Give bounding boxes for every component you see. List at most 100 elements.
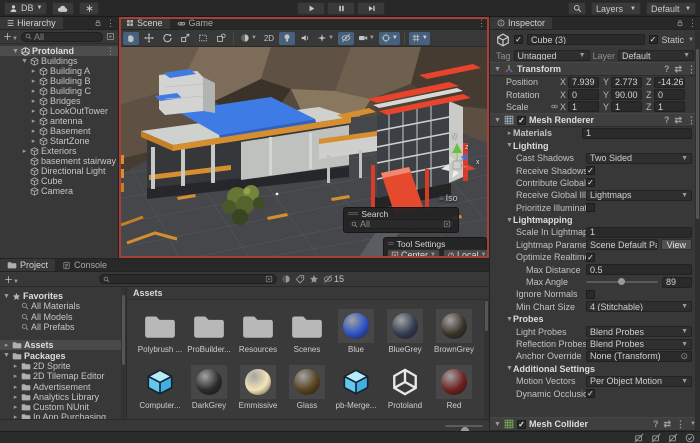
grid-settings-dropdown[interactable]: ▼ xyxy=(409,32,430,45)
foldout-icon[interactable]: ▸ xyxy=(12,403,19,411)
foldout-icon[interactable]: ▸ xyxy=(12,383,19,391)
search-by-label-icon[interactable] xyxy=(295,274,305,284)
foldout-icon[interactable]: ▼ xyxy=(21,58,28,65)
pause-button[interactable] xyxy=(327,2,355,15)
tree-2d-tilemap[interactable]: ▸2D Tilemap Editor xyxy=(0,371,126,381)
camera-settings-dropdown[interactable]: ▼ xyxy=(356,32,377,45)
ignore-normals-checkbox[interactable] xyxy=(586,290,595,299)
occlusion-baking-off-icon[interactable] xyxy=(651,433,661,443)
presets-icon[interactable]: ⇄ xyxy=(664,419,672,430)
scrollbar-thumb[interactable] xyxy=(696,49,699,219)
tree-assets[interactable]: ▸Assets xyxy=(0,340,126,350)
foldout-icon[interactable]: ▸ xyxy=(506,129,513,137)
tree-item-buildings[interactable]: ▼Buildings xyxy=(0,56,118,66)
step-button[interactable] xyxy=(357,2,385,15)
gizmos-dropdown[interactable]: ▼ xyxy=(379,32,400,45)
transform-tool-button[interactable] xyxy=(213,32,229,45)
layout-dropdown[interactable]: Default ▼ xyxy=(646,2,696,15)
rotation-z-field[interactable]: 0 xyxy=(654,89,685,100)
visibility-toggle-button[interactable] xyxy=(338,32,354,45)
asset-tile-darkgrey[interactable]: DarkGrey xyxy=(186,365,232,410)
scale-y-field[interactable]: 1 xyxy=(611,101,642,112)
foldout-icon[interactable]: ▸ xyxy=(30,127,37,135)
asset-tile-emmissive[interactable]: Emmissive xyxy=(235,365,281,410)
object-name-field[interactable]: Cube (3) xyxy=(527,34,645,45)
tree-item-basement-stairway[interactable]: basement stairway w xyxy=(0,156,118,166)
tree-2d-sprite[interactable]: ▸2D Sprite xyxy=(0,361,126,371)
lighting-toggle-button[interactable] xyxy=(279,32,295,45)
hand-tool-button[interactable] xyxy=(123,32,139,45)
foldout-icon[interactable]: ▸ xyxy=(12,362,19,370)
presets-icon[interactable]: ⇄ xyxy=(674,64,682,75)
thumbnail-zoom-slider[interactable] xyxy=(445,425,483,427)
foldout-icon[interactable]: ▸ xyxy=(3,341,10,349)
scrollbar-thumb[interactable] xyxy=(485,301,488,331)
asset-tile-scenes[interactable]: Scenes xyxy=(284,309,330,354)
move-tool-button[interactable] xyxy=(141,32,157,45)
tree-all-models[interactable]: All Models xyxy=(0,312,126,322)
view-button[interactable]: View xyxy=(661,239,692,250)
lighting-subheader[interactable]: ▼Lighting xyxy=(490,140,700,152)
scale-x-field[interactable]: 1 xyxy=(568,101,599,112)
tree-item-protoland[interactable]: ▼ Protoland ⋮ xyxy=(0,46,118,56)
active-checkbox[interactable]: ✓ xyxy=(514,35,523,44)
auto-generate-lighting-off-icon[interactable] xyxy=(634,433,644,443)
hierarchy-search-input[interactable]: All xyxy=(21,32,103,42)
foldout-icon[interactable]: ▸ xyxy=(30,87,37,95)
kebab-menu-icon[interactable]: ⋮ xyxy=(676,419,685,430)
foldout-icon[interactable]: ▸ xyxy=(12,393,19,401)
kebab-menu-icon[interactable]: ⋮ xyxy=(477,18,486,29)
asset-tile-red[interactable]: Red xyxy=(431,365,477,410)
2d-toggle-button[interactable]: 2D xyxy=(261,32,277,45)
scene-viewport[interactable]: y z x ≡ Iso ══ Search All ═ Tool Setting… xyxy=(119,47,487,257)
pivot-mode-dropdown[interactable]: Center ▼ xyxy=(387,249,440,257)
tree-item-directional-light[interactable]: Directional Light xyxy=(0,166,118,176)
foldout-icon[interactable]: ▸ xyxy=(30,67,37,75)
tree-all-prefabs[interactable]: All Prefabs xyxy=(0,322,126,332)
tree-item-building-a[interactable]: ▸Building A xyxy=(0,66,118,76)
rotation-x-field[interactable]: 0 xyxy=(568,89,599,100)
global-search-button[interactable] xyxy=(568,2,586,15)
kebab-menu-icon[interactable]: ⋮ xyxy=(106,18,115,29)
foldout-icon[interactable]: ▼ xyxy=(494,117,501,124)
drag-handle-icon[interactable]: ═ xyxy=(388,239,393,248)
object-picker-icon[interactable]: ⊙ xyxy=(680,351,688,362)
tree-item-startzone[interactable]: ▸StartZone xyxy=(0,136,118,146)
tree-item-building-b[interactable]: ▸Building B xyxy=(0,76,118,86)
tree-advertisement[interactable]: ▸Advertisement xyxy=(0,381,126,391)
materials-count-field[interactable]: 1 xyxy=(582,128,692,139)
static-checkbox[interactable]: ✓ xyxy=(649,35,658,44)
tree-item-building-c[interactable]: ▸Building C xyxy=(0,86,118,96)
lock-icon[interactable] xyxy=(94,19,102,27)
tree-scrollbar[interactable] xyxy=(121,287,126,419)
contribute-gi-checkbox[interactable]: ✓ xyxy=(586,178,595,187)
asset-tile-pb-merge[interactable]: pb-Merge... xyxy=(333,365,379,410)
tree-analytics[interactable]: ▸Analytics Library xyxy=(0,392,126,402)
mesh-collider-header[interactable]: ▼ ✓ Mesh Collider ?⇄⋮▼ xyxy=(490,417,700,431)
collab-disabled-icon[interactable] xyxy=(668,433,678,443)
component-enabled-checkbox[interactable]: ✓ xyxy=(517,116,526,125)
foldout-icon[interactable]: ▸ xyxy=(12,372,19,380)
tree-iap[interactable]: ▸In App Purchasing xyxy=(0,412,126,419)
tree-item-antenna[interactable]: ▸antenna xyxy=(0,116,118,126)
asset-tile-polybrush[interactable]: Polybrush ... xyxy=(137,309,183,354)
kebab-menu-icon[interactable]: ⋮ xyxy=(106,46,118,56)
help-icon[interactable]: ? xyxy=(664,115,670,125)
as set-tile-resources[interactable]: Resources xyxy=(235,309,281,354)
help-icon[interactable]: ? xyxy=(653,419,659,429)
reflection-probes-dropdown[interactable]: Blend Probes▼ xyxy=(586,339,692,350)
tree-item-cube[interactable]: Cube xyxy=(0,176,118,186)
scale-tool-button[interactable] xyxy=(177,32,193,45)
effects-dropdown[interactable]: ▼ xyxy=(315,32,336,45)
shading-mode-dropdown[interactable]: ▼ xyxy=(238,32,259,45)
receive-shadows-checkbox[interactable]: ✓ xyxy=(586,166,595,175)
foldout-icon[interactable]: ▼ xyxy=(494,421,501,428)
transform-header[interactable]: ▼ Transform ?⇄⋮ xyxy=(490,62,700,76)
tree-item-exteriors[interactable]: ▸Exteriors xyxy=(0,146,118,156)
foldout-icon[interactable]: ▸ xyxy=(30,107,37,115)
max-angle-slider[interactable] xyxy=(586,277,658,288)
receive-gi-dropdown[interactable]: Lightmaps▼ xyxy=(586,190,692,201)
optimize-realtime-checkbox[interactable]: ✓ xyxy=(586,253,595,262)
mesh-renderer-header[interactable]: ▼ ✓ Mesh Renderer ?⇄⋮ xyxy=(490,113,700,127)
tab-project[interactable]: Project xyxy=(0,259,55,271)
